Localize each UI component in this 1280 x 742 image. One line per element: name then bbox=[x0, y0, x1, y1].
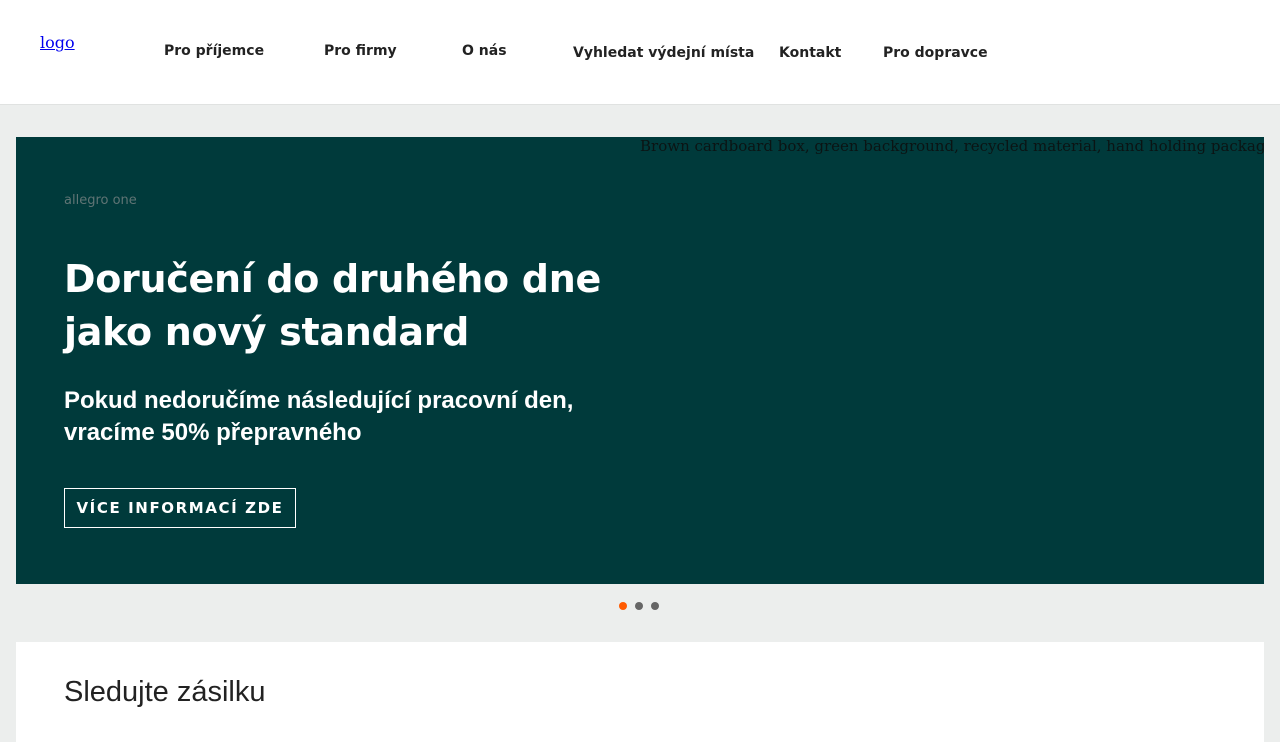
nav-item-kontakt[interactable]: Kontakt bbox=[779, 45, 841, 61]
nav-item-pro-firmy[interactable]: Pro firmy bbox=[324, 43, 397, 59]
nav-item-o-nas[interactable]: O nás bbox=[462, 43, 507, 59]
hero-banner: Brown cardboard box, green background, r… bbox=[16, 137, 1264, 584]
hero-subtitle-line-1: Pokud nedoručíme následující pracovní de… bbox=[64, 387, 574, 414]
nav-item-pro-prijemce[interactable]: Pro příjemce bbox=[164, 43, 264, 59]
site-header: logo Pro příjemce Pro firmy O nás Vyhled… bbox=[0, 0, 1280, 105]
hero-subtitle-line-2: vracíme 50% přepravného bbox=[64, 419, 362, 446]
hero-title-line-2: jako nový standard bbox=[64, 310, 470, 354]
hero-subtitle: Pokud nedoručíme následující pracovní de… bbox=[64, 385, 624, 449]
nav-item-vyhledat-vydejni-mista[interactable]: Vyhledat výdejní místa bbox=[573, 45, 754, 61]
hero-title: Doručení do druhého dne jako nový standa… bbox=[64, 253, 624, 359]
carousel-dot-3[interactable] bbox=[651, 602, 659, 610]
hero-image-alt: Brown cardboard box, green background, r… bbox=[640, 137, 1264, 155]
hero-title-line-1: Doručení do druhého dne bbox=[64, 257, 601, 301]
logo-alt-text: logo bbox=[40, 33, 75, 52]
nav-item-pro-dopravce[interactable]: Pro dopravce bbox=[883, 45, 988, 61]
tracking-title: Sledujte zásilku bbox=[64, 676, 266, 708]
tracking-section: Sledujte zásilku bbox=[16, 642, 1264, 742]
logo-link[interactable]: logo bbox=[40, 33, 75, 52]
carousel-dots bbox=[619, 602, 659, 610]
carousel-dot-2[interactable] bbox=[635, 602, 643, 610]
more-info-button[interactable]: VÍCE INFORMACÍ ZDE bbox=[64, 488, 296, 528]
brand-logo-alt: allegro one bbox=[64, 193, 137, 208]
carousel-dot-1[interactable] bbox=[619, 602, 627, 610]
